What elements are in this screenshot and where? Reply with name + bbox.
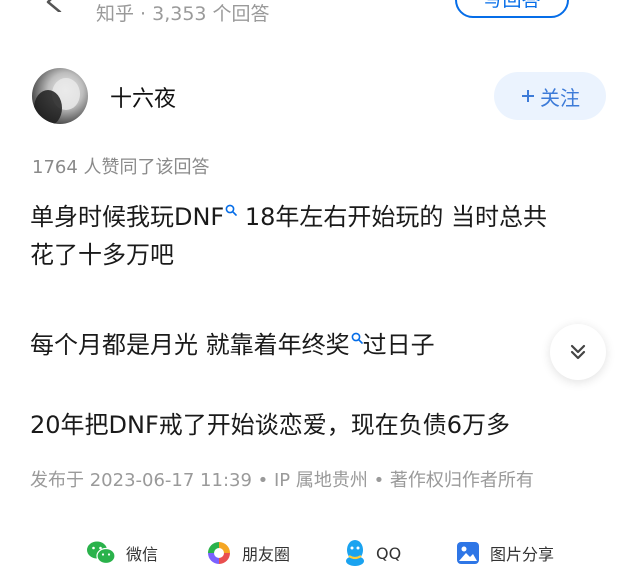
keyword-link-dnf[interactable]: DNF	[174, 203, 238, 231]
paragraph-text: 过日子	[362, 331, 435, 359]
share-qq-button[interactable]: QQ	[344, 538, 401, 568]
share-label: 图片分享	[490, 545, 555, 564]
share-wechat-button[interactable]: 微信	[86, 538, 158, 568]
paragraph-text: 每个月都是月光 就靠着	[30, 331, 278, 359]
keyword-text: DNF	[174, 203, 225, 231]
share-label: 微信	[126, 545, 159, 564]
author-name[interactable]: 十六夜	[110, 81, 176, 113]
share-moments-button[interactable]: 朋友圈	[206, 538, 290, 568]
share-bar: 微信 朋友圈 QQ 图片分享	[0, 530, 618, 574]
paragraph-text: 单身时候我玩	[30, 203, 174, 231]
keyword-link-year-end-bonus[interactable]: 年终奖	[278, 331, 363, 359]
follow-label: 关注	[540, 85, 580, 110]
moments-icon	[208, 542, 230, 564]
publish-info: 发布于 2023-06-17 11:39 • IP 属地贵州 • 著作权归作者所…	[30, 470, 534, 491]
answer-paragraph-1: 单身时候我玩DNF 18年左右开始玩的 当时总共	[30, 198, 547, 236]
qq-icon	[346, 540, 364, 566]
top-bar: 知乎 · 3,353 个回答 写回答	[0, 0, 618, 30]
more-options-icon[interactable]	[592, 0, 600, 12]
write-answer-button[interactable]: 写回答	[455, 0, 569, 18]
keyword-text: 年终奖	[277, 331, 350, 359]
search-icon	[225, 204, 238, 216]
plus-icon	[522, 90, 534, 102]
answer-paragraph-1-line-2: 花了十多万吧	[30, 241, 174, 269]
share-image-button[interactable]: 图片分享	[456, 538, 554, 568]
double-chevron-down-icon	[570, 344, 586, 360]
share-label: 朋友圈	[242, 545, 291, 564]
expand-button[interactable]	[550, 324, 606, 380]
author-row: 十六夜 关注	[32, 68, 612, 126]
paragraph-text: 18年左右开始玩的 当时总共	[237, 203, 548, 231]
back-arrow-icon[interactable]	[40, 0, 66, 12]
follow-button[interactable]: 关注	[494, 72, 606, 120]
avatar-image	[32, 68, 88, 124]
share-label: QQ	[376, 543, 402, 563]
avatar[interactable]	[32, 68, 88, 124]
answer-paragraph-3: 20年把DNF戒了开始谈恋爱，现在负债6万多	[30, 411, 511, 439]
question-source-label[interactable]: 知乎 · 3,353 个回答	[96, 0, 270, 26]
wechat-icon	[87, 541, 116, 565]
likes-count: 1764 人赞同了该回答	[32, 157, 210, 178]
write-answer-label: 写回答	[483, 0, 540, 12]
image-share-icon	[457, 542, 479, 564]
answer-paragraph-2: 每个月都是月光 就靠着年终奖 过日子	[30, 326, 435, 364]
search-icon	[351, 332, 363, 344]
